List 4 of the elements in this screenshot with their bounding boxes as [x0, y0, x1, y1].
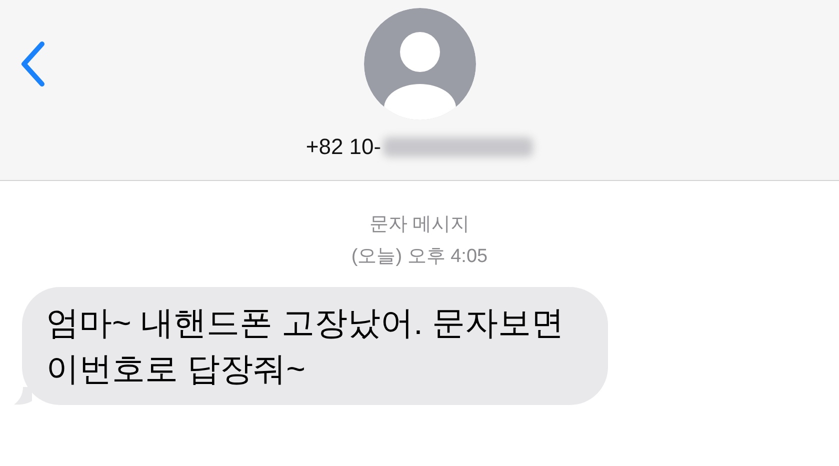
avatar-icon[interactable] — [364, 8, 476, 120]
timestamp: (오늘) 오후 4:05 — [351, 245, 488, 269]
service-label: 문자 메시지 — [369, 213, 470, 237]
contact-number[interactable]: +82 10- — [306, 134, 382, 160]
